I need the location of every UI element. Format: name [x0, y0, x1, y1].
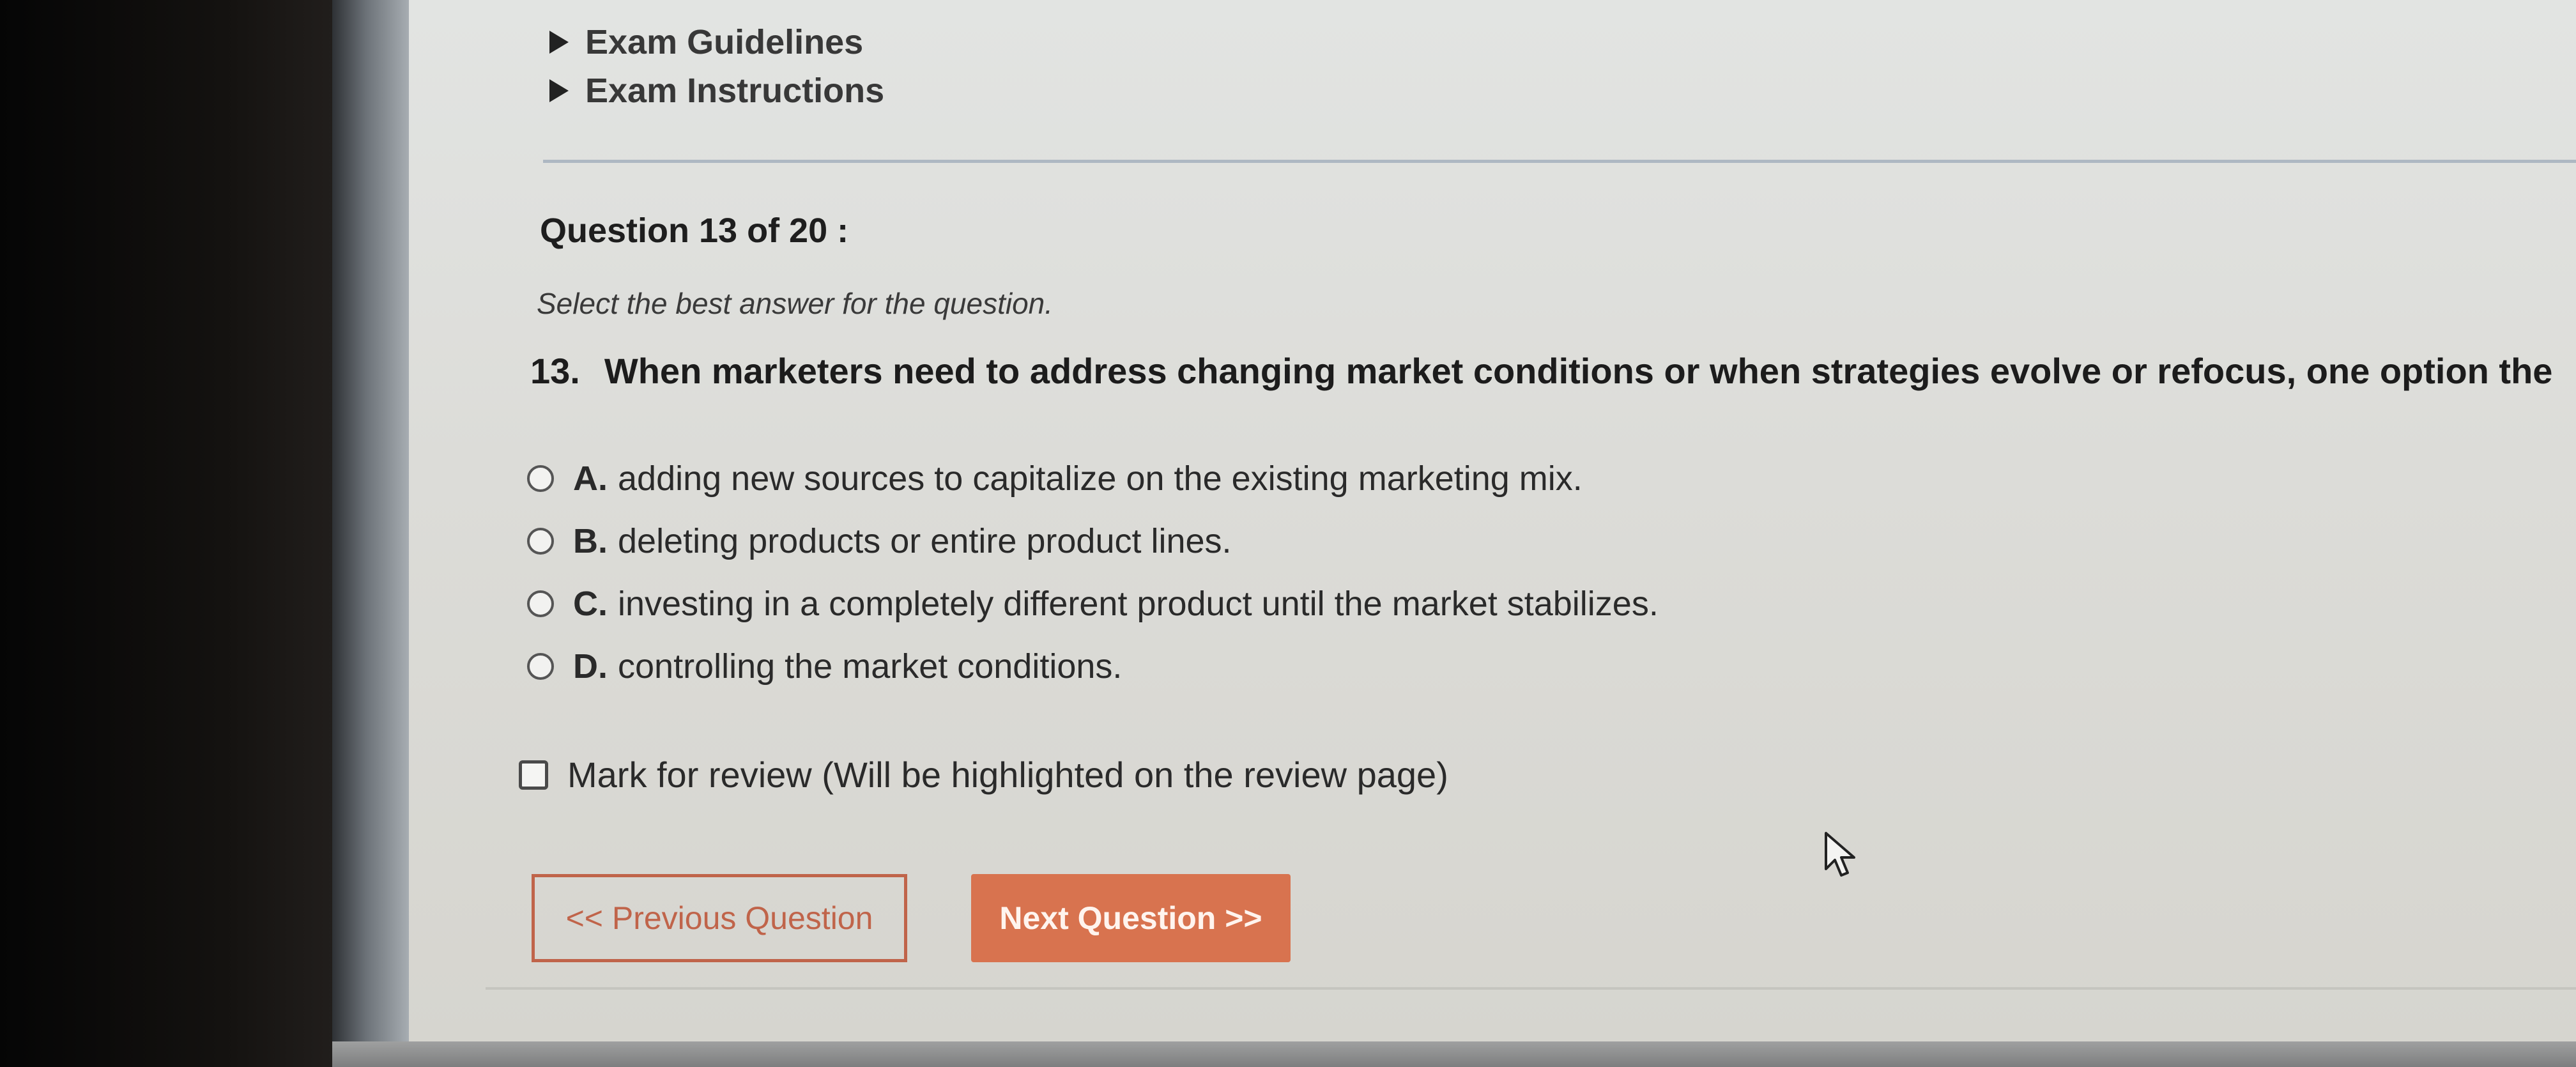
option-text: controlling the market conditions.	[618, 647, 1123, 686]
option-letter: C.	[573, 585, 608, 623]
option-text: adding new sources to capitalize on the …	[618, 459, 1583, 498]
option-a[interactable]: A. adding new sources to capitalize on t…	[527, 447, 1659, 510]
footer-divider	[486, 987, 2576, 990]
question-instruction: Select the best answer for the question.	[537, 287, 1054, 320]
question-text: When marketers need to address changing …	[604, 351, 2553, 391]
radio-button[interactable]	[527, 465, 554, 492]
mark-for-review[interactable]: Mark for review (Will be highlighted on …	[519, 754, 1448, 795]
review-label: Mark for review (Will be highlighted on …	[567, 755, 1448, 795]
radio-button[interactable]	[527, 590, 554, 617]
exam-instructions-link[interactable]: Exam Instructions	[549, 66, 884, 115]
question-stem: 13. When marketers need to address changi…	[530, 350, 2552, 392]
question-counter: Question 13 of 20 :	[540, 211, 849, 250]
option-letter: A.	[573, 459, 608, 498]
option-letter: B.	[573, 522, 608, 560]
screen-edge	[332, 0, 409, 1067]
exam-instructions-label: Exam Instructions	[585, 72, 885, 110]
expand-triangle-icon	[549, 31, 569, 54]
section-divider	[543, 160, 2576, 163]
previous-question-button[interactable]: << Previous Question	[532, 874, 907, 962]
next-question-button[interactable]: Next Question >>	[971, 874, 1291, 962]
mouse-pointer-icon	[1825, 832, 1855, 877]
radio-button[interactable]	[527, 528, 554, 555]
question-number: 13.	[530, 351, 580, 391]
option-d[interactable]: D. controlling the market conditions.	[527, 635, 1659, 698]
expand-triangle-icon	[549, 79, 569, 102]
exam-guidelines-label: Exam Guidelines	[585, 23, 864, 61]
exam-nav-links: Exam Guidelines Exam Instructions	[549, 18, 884, 115]
option-text: investing in a completely different prod…	[618, 585, 1659, 623]
radio-button[interactable]	[527, 653, 554, 680]
option-letter: D.	[573, 647, 608, 686]
exam-guidelines-link[interactable]: Exam Guidelines	[549, 18, 884, 66]
option-c[interactable]: C. investing in a completely different p…	[527, 572, 1659, 635]
option-text: deleting products or entire product line…	[618, 522, 1232, 560]
review-checkbox[interactable]	[519, 760, 548, 790]
option-b[interactable]: B. deleting products or entire product l…	[527, 510, 1659, 572]
monitor-bezel-bottom	[332, 1041, 2576, 1067]
exam-screen: Exam Guidelines Exam Instructions Questi…	[409, 0, 2576, 1041]
answer-options: A. adding new sources to capitalize on t…	[527, 447, 1659, 698]
